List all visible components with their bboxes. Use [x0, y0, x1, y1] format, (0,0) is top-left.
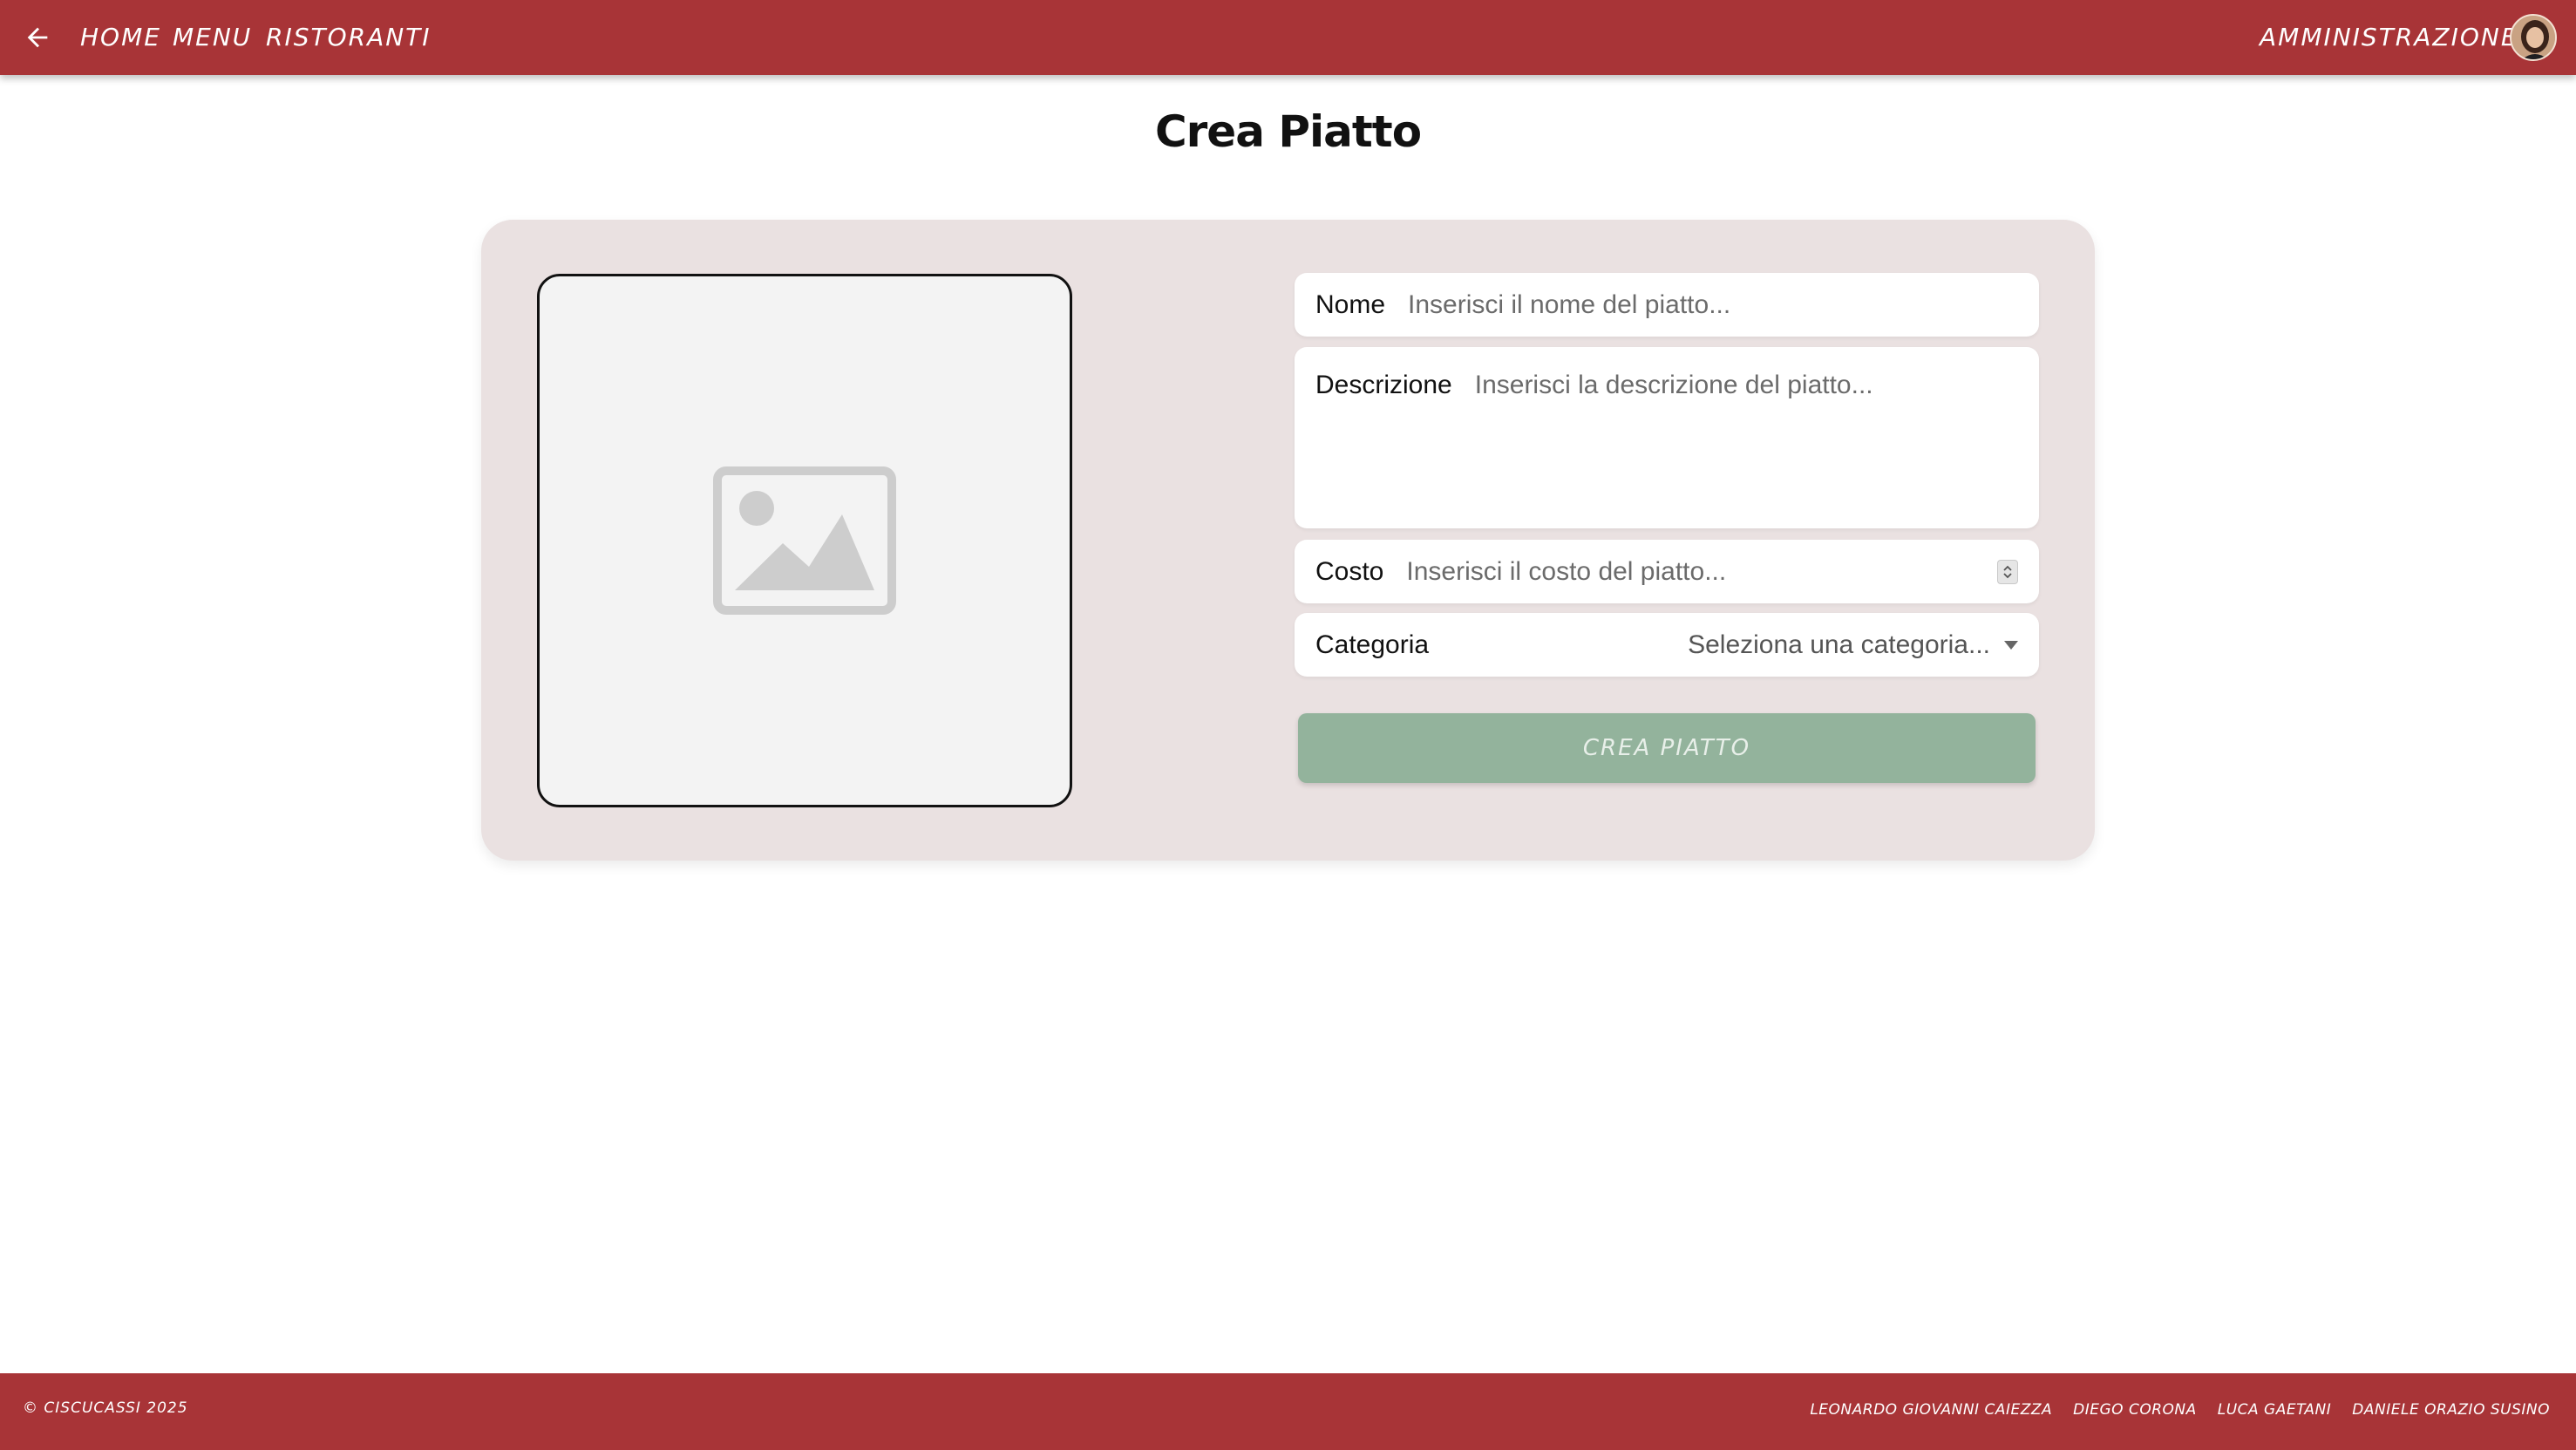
footer-author[interactable]: DANIELE ORAZIO SUSINO [2352, 1401, 2550, 1419]
categoria-label: Categoria [1315, 630, 1430, 659]
footer-authors: LEONARDO GIOVANNI CAIEZZA DIEGO CORONA L… [1810, 1401, 2550, 1419]
costo-stepper[interactable] [1997, 559, 2018, 584]
descrizione-field: Descrizione [1295, 347, 2039, 528]
categoria-select[interactable]: Categoria Seleziona una categoria... [1295, 613, 2039, 677]
categoria-selected-value: Seleziona una categoria... [1688, 630, 1990, 659]
nav-ristoranti-link[interactable]: RISTORANTI [266, 19, 432, 56]
crea-piatto-button[interactable]: CREA PIATTO [1298, 713, 2036, 783]
page-title: Crea Piatto [1154, 106, 1422, 157]
user-avatar-icon [2511, 16, 2555, 59]
costo-label: Costo [1315, 556, 1384, 586]
arrow-left-icon [27, 27, 48, 48]
image-upload-box[interactable] [537, 274, 1072, 807]
back-button[interactable] [19, 19, 56, 56]
footer-author[interactable]: LUCA GAETANI [2218, 1401, 2332, 1419]
footer-copyright: © CISCUCASSI 2025 [23, 1399, 188, 1417]
nav-menu-link[interactable]: MENU [173, 19, 252, 56]
nome-label: Nome [1315, 289, 1386, 319]
top-navbar: HOME MENU RISTORANTI AMMINISTRAZIONE [0, 0, 2576, 75]
avatar[interactable] [2510, 14, 2557, 61]
costo-field: Costo [1295, 540, 2039, 603]
nome-field: Nome [1295, 273, 2039, 337]
chevron-up-down-icon [2003, 565, 2012, 578]
footer: © CISCUCASSI 2025 LEONARDO GIOVANNI CAIE… [0, 1373, 2576, 1450]
nome-input[interactable] [1408, 289, 2018, 320]
costo-input[interactable] [1406, 556, 1997, 587]
nav-amministrazione-link[interactable]: AMMINISTRAZIONE [2260, 19, 2518, 56]
nav-home-link[interactable]: HOME [80, 19, 161, 56]
descrizione-label: Descrizione [1315, 371, 1452, 399]
footer-author[interactable]: LEONARDO GIOVANNI CAIEZZA [1810, 1401, 2052, 1419]
descrizione-textarea[interactable] [1474, 368, 2018, 516]
caret-down-icon [2004, 640, 2018, 650]
footer-author[interactable]: DIEGO CORONA [2073, 1401, 2197, 1419]
image-placeholder-icon [713, 466, 896, 615]
